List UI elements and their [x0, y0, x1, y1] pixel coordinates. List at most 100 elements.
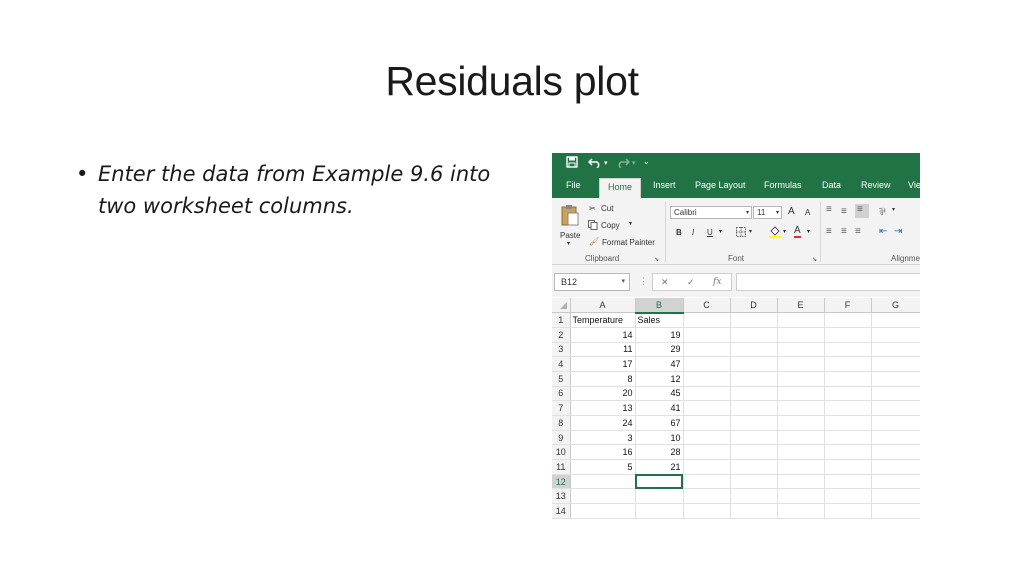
clipboard-launcher-icon[interactable]: ↘	[654, 256, 659, 263]
tab-page-layout[interactable]: Page Layout	[695, 180, 746, 190]
cell-b[interactable]: 41	[635, 400, 684, 416]
column-header-e[interactable]: E	[777, 298, 825, 314]
cell-a[interactable]: 11	[570, 342, 636, 358]
cell-e[interactable]	[777, 415, 825, 431]
cut-button[interactable]: Cut	[601, 204, 613, 213]
decrease-indent-icon[interactable]: ⇤	[879, 226, 887, 237]
font-size-box[interactable]: 11 ▾	[753, 206, 782, 219]
cell-f[interactable]	[824, 488, 872, 505]
tab-home[interactable]: Home	[599, 178, 642, 198]
cell-d[interactable]	[730, 400, 778, 416]
cell-a[interactable]	[570, 488, 636, 505]
cell-d[interactable]	[730, 356, 778, 372]
customize-qat-icon[interactable]: ⌄	[643, 157, 650, 166]
tab-data[interactable]: Data	[822, 180, 841, 190]
align-center-icon[interactable]: ≡	[841, 226, 847, 237]
cell-c[interactable]	[683, 503, 731, 519]
cell-a[interactable]: Temperature	[570, 312, 636, 328]
cell-f[interactable]	[824, 386, 872, 402]
cell-a[interactable]: 24	[570, 415, 636, 431]
cell-e[interactable]	[777, 312, 825, 328]
select-all-corner[interactable]	[552, 298, 571, 314]
tab-formulas[interactable]: Formulas	[764, 180, 802, 190]
cell-f[interactable]	[824, 342, 872, 358]
tab-insert[interactable]: Insert	[653, 180, 676, 190]
cell-c[interactable]	[683, 400, 731, 416]
format-painter-button[interactable]: Format Painter	[602, 238, 655, 247]
cell-c[interactable]	[683, 342, 731, 358]
copy-dropdown-icon[interactable]: ▾	[629, 220, 632, 227]
cell-g[interactable]	[871, 386, 920, 402]
cut-icon[interactable]: ✂	[589, 204, 596, 213]
cell-c[interactable]	[683, 474, 731, 490]
cell-a[interactable]	[570, 503, 636, 519]
row-header[interactable]: 11	[552, 459, 571, 475]
undo-dropdown-icon[interactable]: ▾	[604, 159, 608, 167]
cell-e[interactable]	[777, 430, 825, 446]
copy-button[interactable]: Copy	[601, 221, 620, 230]
cell-g[interactable]	[871, 459, 920, 475]
shrink-font-icon[interactable]: A	[805, 208, 810, 217]
cell-b[interactable]: 28	[635, 444, 684, 461]
font-color-icon[interactable]: A	[794, 226, 801, 238]
paste-icon[interactable]	[560, 203, 580, 227]
column-header-a[interactable]: A	[570, 298, 636, 314]
format-painter-icon[interactable]: 🖌	[589, 237, 599, 246]
cell-a[interactable]: 8	[570, 371, 636, 387]
row-header[interactable]: 7	[552, 400, 571, 416]
align-top-icon[interactable]: ≡	[826, 204, 832, 215]
align-left-icon[interactable]: ≡	[826, 226, 832, 237]
cell-g[interactable]	[871, 415, 920, 431]
cell-c[interactable]	[683, 415, 731, 431]
row-header[interactable]: 13	[552, 488, 571, 505]
orientation-icon[interactable]: ⅌	[879, 204, 886, 218]
active-cell[interactable]	[635, 474, 684, 490]
insert-function-icon[interactable]: fx	[713, 277, 721, 287]
fill-color-dropdown-icon[interactable]: ▾	[783, 228, 786, 235]
cell-e[interactable]	[777, 400, 825, 416]
column-header-f[interactable]: F	[824, 298, 872, 314]
borders-icon[interactable]	[736, 227, 746, 239]
cell-f[interactable]	[824, 444, 872, 461]
cell-d[interactable]	[730, 503, 778, 519]
font-launcher-icon[interactable]: ↘	[812, 256, 817, 263]
font-color-dropdown-icon[interactable]: ▾	[807, 228, 810, 235]
cell-a[interactable]: 17	[570, 356, 636, 372]
cell-b[interactable]: 29	[635, 342, 684, 358]
underline-dropdown-icon[interactable]: ▾	[719, 228, 722, 235]
cell-f[interactable]	[824, 503, 872, 519]
cell-c[interactable]	[683, 327, 731, 343]
cell-d[interactable]	[730, 327, 778, 343]
cell-e[interactable]	[777, 474, 825, 490]
cell-f[interactable]	[824, 327, 872, 343]
row-header[interactable]: 5	[552, 371, 571, 387]
cell-b[interactable]: 45	[635, 386, 684, 402]
cell-d[interactable]	[730, 488, 778, 505]
cell-g[interactable]	[871, 444, 920, 461]
cell-a[interactable]	[570, 474, 636, 490]
cell-b[interactable]	[635, 503, 684, 519]
cell-g[interactable]	[871, 503, 920, 519]
column-header-d[interactable]: D	[730, 298, 778, 314]
formula-input[interactable]	[736, 273, 920, 291]
underline-button[interactable]: U	[707, 228, 713, 237]
align-bottom-icon[interactable]: ≡	[855, 204, 869, 218]
cell-c[interactable]	[683, 386, 731, 402]
column-header-c[interactable]: C	[683, 298, 731, 314]
cell-e[interactable]	[777, 488, 825, 505]
cell-d[interactable]	[730, 312, 778, 328]
cell-d[interactable]	[730, 430, 778, 446]
cell-g[interactable]	[871, 474, 920, 490]
cell-a[interactable]: 3	[570, 430, 636, 446]
italic-button[interactable]: I	[692, 228, 694, 237]
cell-f[interactable]	[824, 430, 872, 446]
cell-f[interactable]	[824, 400, 872, 416]
cell-c[interactable]	[683, 459, 731, 475]
cell-f[interactable]	[824, 474, 872, 490]
cell-a[interactable]: 20	[570, 386, 636, 402]
name-box-dropdown-icon[interactable]: ▾	[621, 277, 625, 285]
cell-e[interactable]	[777, 386, 825, 402]
row-header[interactable]: 3	[552, 342, 571, 358]
copy-icon[interactable]	[588, 220, 598, 232]
row-header[interactable]: 12	[552, 474, 571, 490]
